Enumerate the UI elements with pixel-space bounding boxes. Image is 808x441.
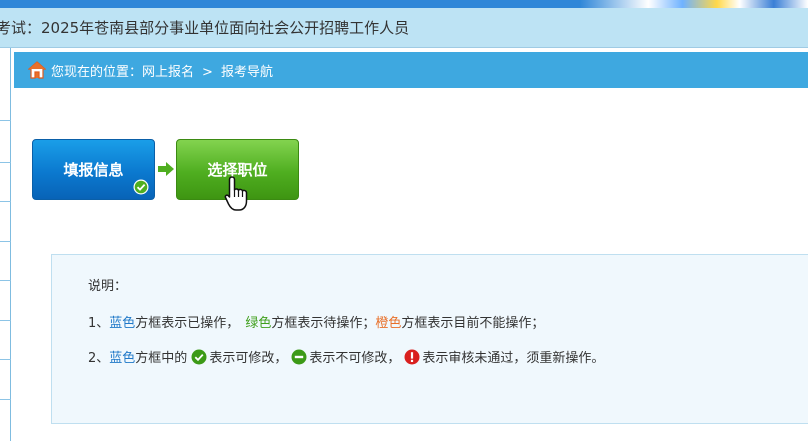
breadcrumb-text: 您现在的位置：网上报名 > 报考导航 xyxy=(51,61,273,80)
blue-label: 蓝色 xyxy=(109,351,136,366)
minus-desc: 表示不可修改， xyxy=(309,351,401,366)
sidebar-divider xyxy=(0,162,11,163)
breadcrumb: 您现在的位置：网上报名 > 报考导航 xyxy=(14,52,808,88)
blue-desc: 方框表示已操作， xyxy=(135,316,240,331)
green-desc: 方框表示待操作； xyxy=(271,316,376,331)
note-line-2: 2、 蓝色 方框中的 表示可修改， 表示不可修改， 表示审核未通过，须重新操作。 xyxy=(88,347,604,366)
orange-label: 橙色 xyxy=(375,316,402,331)
minus-circle-icon xyxy=(291,349,307,364)
step-label: 填报信息 xyxy=(63,161,124,179)
note-line-1: 1、 蓝色 方框表示已操作， 绿色 方框表示待操作； 橙色 方框表示目前不能操作… xyxy=(88,312,544,331)
orange-desc: 方框表示目前不能操作； xyxy=(401,316,545,331)
arrow-right-icon xyxy=(158,162,174,176)
sidebar-divider xyxy=(0,399,11,400)
breadcrumb-item-guide: 报考导航 xyxy=(220,65,273,80)
sidebar-divider xyxy=(0,359,11,360)
blue-label: 蓝色 xyxy=(109,316,136,331)
ok-desc: 表示可修改， xyxy=(209,351,288,366)
sidebar-divider xyxy=(0,120,11,121)
home-icon[interactable] xyxy=(28,61,46,79)
note-title: 说明： xyxy=(88,279,128,294)
sidebar-divider xyxy=(0,201,11,202)
check-circle-icon xyxy=(133,179,149,195)
explanation-box: 说明： 1、 蓝色 方框表示已操作， 绿色 方框表示待操作； 橙色 方框表示目前… xyxy=(51,254,808,424)
note-number: 2、 xyxy=(88,351,110,366)
left-sidebar xyxy=(0,48,11,441)
error-desc: 表示审核未通过，须重新操作。 xyxy=(422,351,605,366)
hand-pointer-cursor-icon xyxy=(224,176,248,211)
sidebar-divider xyxy=(0,241,11,242)
note-number: 1、 xyxy=(88,316,110,331)
sidebar-divider xyxy=(0,280,11,281)
breadcrumb-prefix: 您现在的位置： xyxy=(51,65,143,80)
exam-title: 考试：2025年苍南县部分事业单位面向社会公开招聘工作人员 xyxy=(0,19,410,37)
breadcrumb-separator: > xyxy=(202,65,213,80)
check-circle-icon xyxy=(191,349,207,364)
blue-desc: 方框中的 xyxy=(135,351,188,366)
sidebar-divider xyxy=(0,320,11,321)
exam-title-bar: 考试：2025年苍南县部分事业单位面向社会公开招聘工作人员 xyxy=(0,8,808,48)
green-label: 绿色 xyxy=(245,316,272,331)
error-circle-icon xyxy=(404,349,420,364)
step-fill-info-button[interactable]: 填报信息 xyxy=(32,139,155,200)
breadcrumb-item-online-register[interactable]: 网上报名 xyxy=(142,65,194,80)
header-decoration xyxy=(580,0,808,8)
